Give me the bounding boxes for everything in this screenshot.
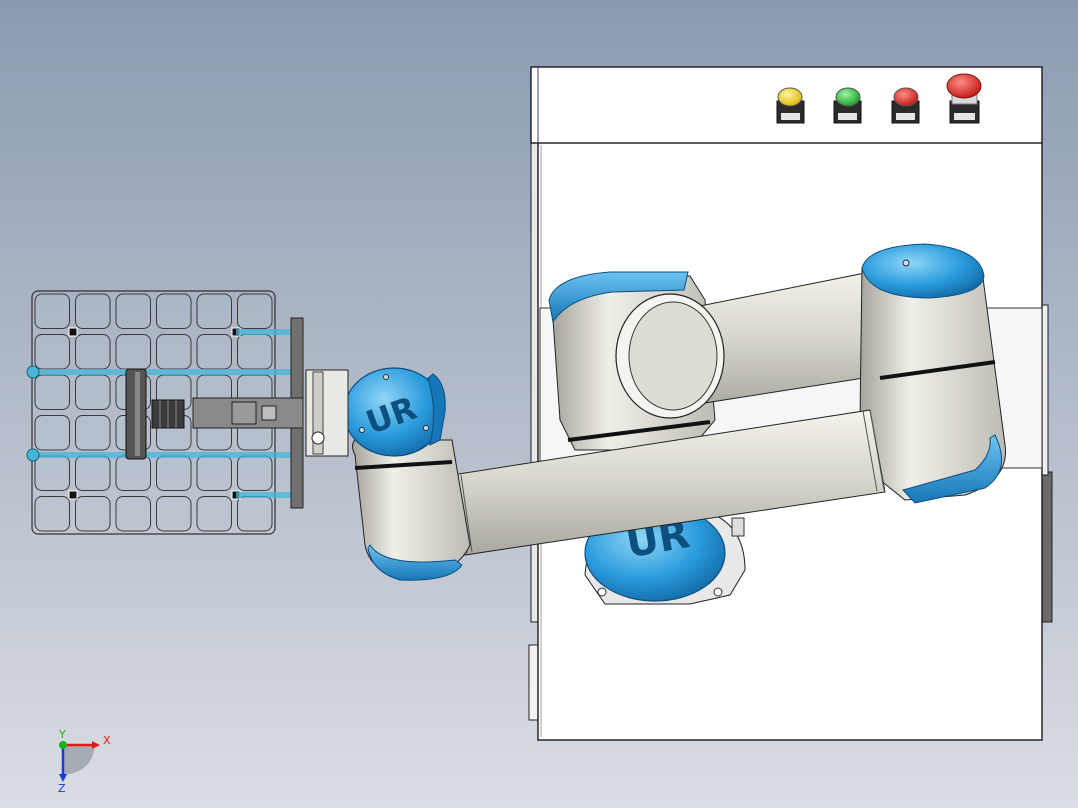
tray-cell <box>34 455 70 491</box>
gripper-finger-tip <box>261 405 277 421</box>
emergency-stop-label-plate <box>954 113 975 120</box>
tool-flange-body <box>305 369 349 457</box>
tray-node <box>68 490 78 500</box>
base-mount-hole-right <box>713 587 723 597</box>
tray-cell <box>115 334 151 370</box>
gripper-pad-inner <box>135 372 140 456</box>
base-cable-port <box>731 517 745 537</box>
elbow-joint <box>859 243 1006 504</box>
wrist-joint-body <box>352 439 471 579</box>
tray-cell <box>156 334 192 370</box>
base-mount-hole-left <box>597 587 607 597</box>
tray-guide-rail <box>32 452 294 458</box>
tray-guide-rail <box>236 329 294 335</box>
tray-cell <box>115 293 151 329</box>
tray-cell <box>237 293 273 329</box>
red-button-cap <box>893 87 919 107</box>
tray-cell <box>34 334 70 370</box>
tray-cell <box>156 496 192 532</box>
tool-flange <box>305 369 349 457</box>
wrist-cap-screw-2 <box>359 427 365 433</box>
tray-cell <box>34 374 70 410</box>
tray-cell <box>196 496 232 532</box>
tray-cell <box>115 455 151 491</box>
tray-cell <box>156 293 192 329</box>
tray-cell <box>156 455 192 491</box>
upper-arm-end-ring-inner <box>628 301 718 411</box>
tray-cell <box>75 415 111 451</box>
green-button-cap <box>835 87 861 107</box>
tray-cell <box>237 334 273 370</box>
tray-cell <box>237 496 273 532</box>
tool-flange-connector <box>311 431 325 445</box>
tray-cell <box>34 415 70 451</box>
tray-cell <box>34 496 70 532</box>
red-button-label-plate <box>896 113 915 120</box>
yellow-button-cap <box>777 87 803 107</box>
wrist-cap-screw-1 <box>383 374 389 380</box>
tray-cell <box>196 334 232 370</box>
tray-locator-pin <box>26 365 40 379</box>
y-axis-dot <box>59 741 67 749</box>
yellow-button-label-plate <box>781 113 800 120</box>
tray-guide-rail <box>32 369 294 375</box>
tray-cell <box>237 455 273 491</box>
tray-node <box>68 327 78 337</box>
tray-cell <box>75 455 111 491</box>
emergency-stop[interactable] <box>946 73 982 124</box>
tray-cell <box>75 293 111 329</box>
tray-cell <box>34 293 70 329</box>
tray-cell <box>75 334 111 370</box>
y-axis-label: Y <box>58 728 66 741</box>
green-button-label-plate <box>838 113 857 120</box>
tray-guide-rail <box>236 492 294 498</box>
tray-locator-pin <box>26 448 40 462</box>
x-axis-label: X <box>103 734 111 747</box>
green-button[interactable] <box>833 87 862 124</box>
red-button[interactable] <box>891 87 920 124</box>
tray-cell <box>115 496 151 532</box>
elbow-cap-screw <box>902 259 910 267</box>
yellow-button[interactable] <box>776 87 805 124</box>
cad-viewport[interactable]: UR UR X Y Z <box>0 0 1078 808</box>
tray-cell <box>196 293 232 329</box>
emergency-stop-cap <box>946 73 982 99</box>
wrist-cap-screw-3 <box>423 425 429 431</box>
z-axis-label: Z <box>58 782 66 795</box>
tray-cell <box>75 496 111 532</box>
gripper-finger-block <box>231 401 257 425</box>
tray-cell <box>196 455 232 491</box>
tray-cell <box>75 374 111 410</box>
